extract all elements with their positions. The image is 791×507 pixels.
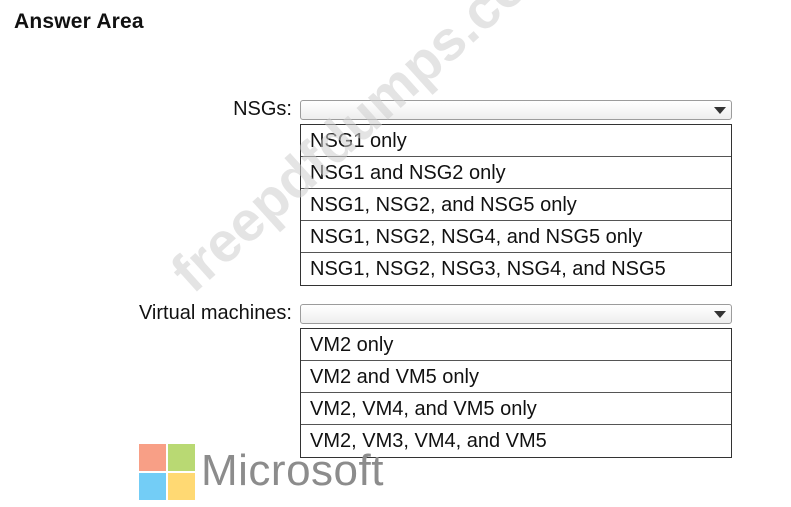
vms-options-list: VM2 only VM2 and VM5 only VM2, VM4, and … xyxy=(300,328,732,458)
chevron-down-icon xyxy=(714,311,726,318)
nsgs-options-list: NSG1 only NSG1 and NSG2 only NSG1, NSG2,… xyxy=(300,124,732,286)
nsgs-option[interactable]: NSG1 only xyxy=(301,125,731,157)
vms-option[interactable]: VM2 and VM5 only xyxy=(301,361,731,393)
nsgs-dropdown[interactable] xyxy=(300,100,732,120)
microsoft-wordmark: Microsoft xyxy=(201,446,384,495)
answer-area-title: Answer Area xyxy=(14,10,144,33)
nsgs-option[interactable]: NSG1, NSG2, NSG3, NSG4, and NSG5 xyxy=(301,253,731,285)
nsgs-option[interactable]: NSG1, NSG2, and NSG5 only xyxy=(301,189,731,221)
nsgs-option[interactable]: NSG1, NSG2, NSG4, and NSG5 only xyxy=(301,221,731,253)
nsgs-label: NSGs: xyxy=(233,98,292,120)
microsoft-logo-icon xyxy=(139,444,195,500)
virtual-machines-dropdown[interactable] xyxy=(300,304,732,324)
chevron-down-icon xyxy=(714,107,726,114)
virtual-machines-label: Virtual machines: xyxy=(138,302,292,324)
vms-option[interactable]: VM2, VM4, and VM5 only xyxy=(301,393,731,425)
vms-option[interactable]: VM2 only xyxy=(301,329,731,361)
nsgs-option[interactable]: NSG1 and NSG2 only xyxy=(301,157,731,189)
